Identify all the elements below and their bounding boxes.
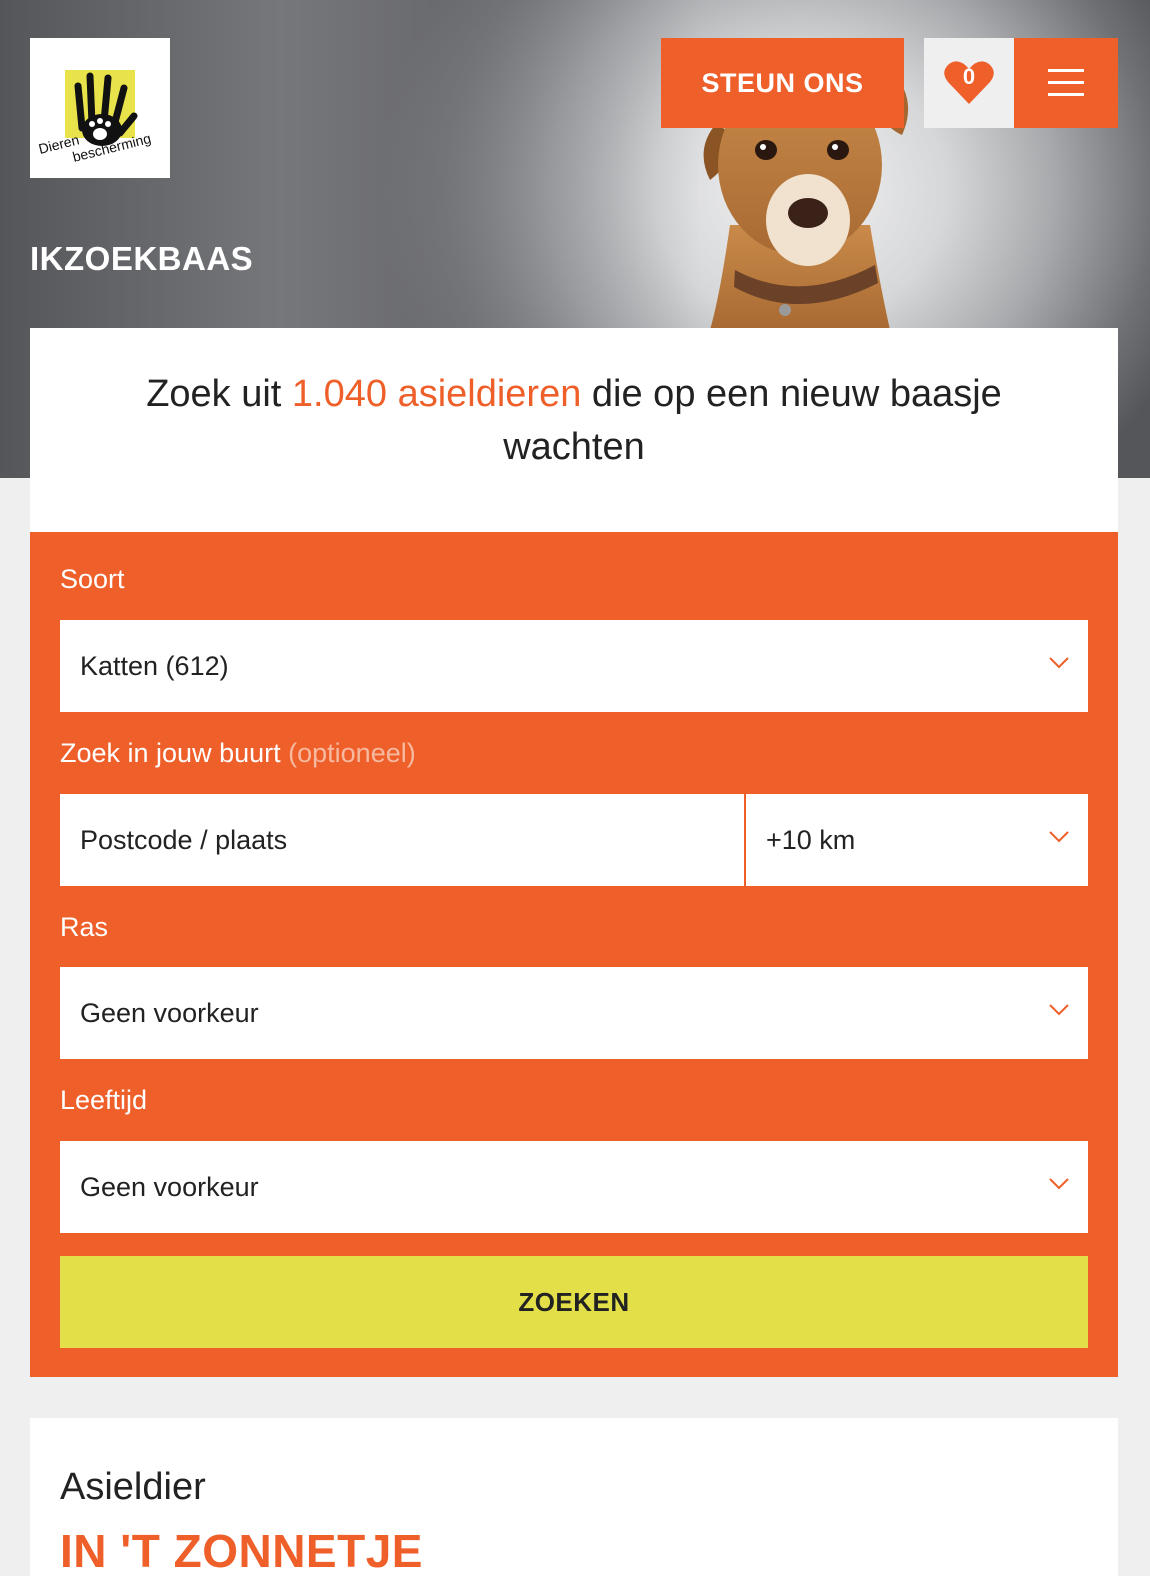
leeftijd-value: Geen voorkeur: [80, 1171, 259, 1202]
intro-prefix: Zoek uit: [146, 373, 292, 415]
search-form: Soort Katten (612) Zoek in jouw buurt (o…: [30, 532, 1118, 1377]
soort-label: Soort: [60, 564, 125, 594]
optional-hint: (optioneel): [288, 738, 416, 768]
ras-value: Geen voorkeur: [80, 997, 259, 1028]
logo-graphic: Dieren bescherming: [37, 70, 153, 165]
intro-card: Zoek uit 1.040 asieldieren die op een ni…: [30, 328, 1118, 532]
postcode-placeholder: Postcode / plaats: [80, 824, 288, 855]
leeftijd-label: Leeftijd: [60, 1085, 148, 1115]
animal-count-link[interactable]: 1.040 asieldieren: [292, 373, 581, 415]
hamburger-icon: [1048, 69, 1084, 96]
buurt-label: Zoek in jouw buurt (optioneel): [60, 738, 416, 769]
featured-subtitle: Asieldier: [60, 1466, 206, 1508]
leeftijd-select[interactable]: Geen voorkeur: [60, 1141, 1088, 1233]
dierenbescherming-logo[interactable]: Dieren bescherming: [30, 38, 170, 178]
soort-select[interactable]: Katten (612): [60, 620, 1088, 712]
intro-text: Zoek uit 1.040 asieldieren die op een ni…: [90, 368, 1058, 474]
featured-card: Asieldier IN 'T ZONNETJE: [30, 1418, 1118, 1576]
favorites-button[interactable]: 0: [924, 38, 1014, 128]
favorites-count: 0: [962, 64, 976, 89]
chevron-down-icon: [1049, 1178, 1069, 1190]
buurt-label-text: Zoek in jouw buurt: [60, 738, 281, 768]
chevron-down-icon: [1049, 831, 1069, 843]
ras-select[interactable]: Geen voorkeur: [60, 967, 1088, 1059]
chevron-down-icon: [1049, 657, 1069, 669]
postcode-input[interactable]: Postcode / plaats: [60, 794, 744, 886]
page-title: IKZOEKBAAS: [30, 240, 254, 277]
ras-label: Ras: [60, 912, 109, 942]
featured-title[interactable]: IN 'T ZONNETJE: [60, 1524, 423, 1576]
zoeken-button[interactable]: ZOEKEN: [60, 1256, 1088, 1348]
menu-button[interactable]: [1014, 38, 1118, 128]
soort-value: Katten (612): [80, 650, 229, 681]
distance-select[interactable]: +10 km: [746, 794, 1088, 886]
distance-value: +10 km: [766, 824, 856, 855]
chevron-down-icon: [1049, 1004, 1069, 1016]
steun-ons-button[interactable]: STEUN ONS: [661, 38, 904, 128]
